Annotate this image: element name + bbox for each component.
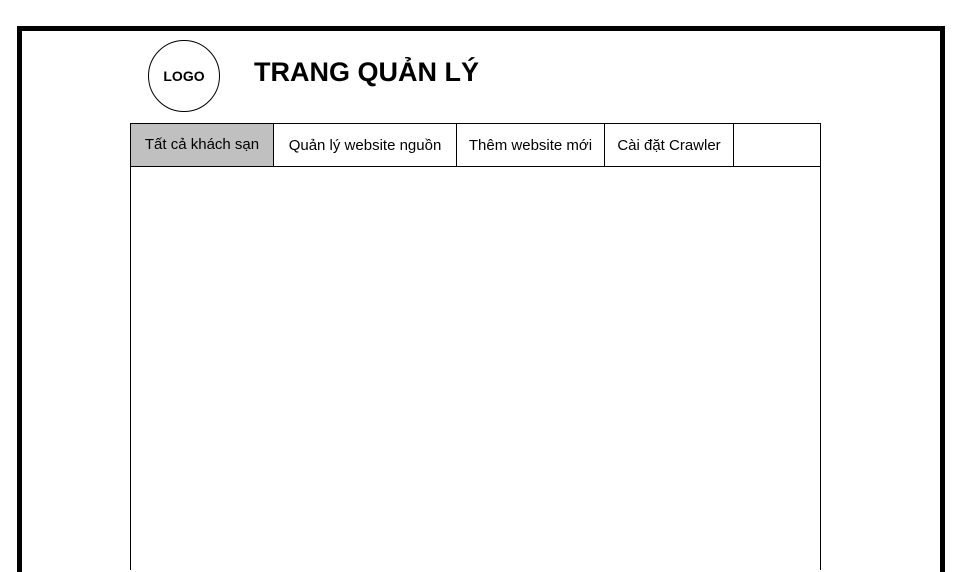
tab-label: Quản lý website nguồn [288, 136, 442, 154]
tab-add-new-website[interactable]: Thêm website mới [457, 124, 605, 166]
tab-bar-filler [734, 124, 820, 166]
tab-label: Cài đặt Crawler [617, 136, 721, 154]
tab-crawler-settings[interactable]: Cài đặt Crawler [605, 124, 734, 166]
content-panel [130, 123, 821, 570]
tab-bar: Tất cả khách sạn Quản lý website nguồn T… [130, 123, 821, 167]
tab-manage-source-websites[interactable]: Quản lý website nguồn [274, 124, 457, 166]
page-title: TRANG QUẢN LÝ [254, 57, 479, 87]
logo: LOGO [148, 40, 220, 112]
logo-text: LOGO [163, 68, 205, 84]
tab-label: Thêm website mới [468, 136, 593, 154]
tab-all-hotels[interactable]: Tất cả khách sạn [131, 124, 274, 166]
tab-label: Tất cả khách sạn [144, 135, 260, 153]
